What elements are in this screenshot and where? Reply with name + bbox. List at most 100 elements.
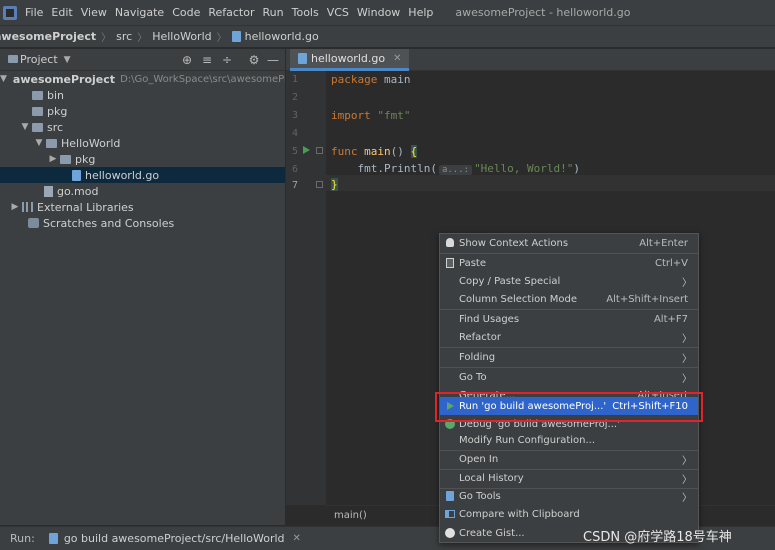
menu-item-go-to[interactable]: Go To 〉 [440,368,698,386]
go-file-icon [72,169,81,181]
menu-tools[interactable]: Tools [288,6,323,19]
menu-help[interactable]: Help [404,6,437,19]
breadcrumb-separator-icon: 〉 [216,33,227,44]
package-name: main [377,73,411,86]
menu-item-column-selection-mode[interactable]: Column Selection Mode Alt+Shift+Insert [440,290,698,308]
paste-icon [446,258,454,268]
tab-helloworld-go[interactable]: helloworld.go ✕ [290,49,410,71]
tree-item-helloworld[interactable]: ▼ HelloWorld [0,135,285,151]
tree-item-pkg[interactable]: pkg [0,103,285,119]
menu-item-open-in[interactable]: Open In 〉 [440,450,698,468]
func-signature: () [390,145,411,158]
chevron-down-icon[interactable]: ▼ [20,122,30,132]
line-number: 4 [291,128,298,139]
tree-item-scratches[interactable]: Scratches and Consoles [0,215,285,231]
line-number: 3 [291,110,298,121]
fold-marker-icon[interactable] [316,181,323,188]
run-configuration-tab[interactable]: go build awesomeProject/src/HelloWorld ✕ [48,532,301,545]
chevron-right-icon[interactable]: ▶ [10,202,20,212]
chevron-down-icon[interactable]: ▼ [34,138,44,148]
expand-all-icon[interactable]: ≡ [200,53,214,67]
parameter-hint: a...: [438,165,473,175]
go-tools-icon [446,491,454,501]
line-number: 1 [291,74,298,85]
hide-panel-icon[interactable]: — [266,53,280,67]
keyword-import: import [331,109,371,122]
github-icon [445,528,455,538]
editor-gutter[interactable]: 1 2 3 4 5 6 7 [286,71,326,505]
breadcrumb-src[interactable]: src [116,30,132,43]
menu-item-compare-with-clipboard[interactable]: Compare with Clipboard [440,505,698,523]
chevron-right-icon: 〉 [682,353,692,365]
tree-item-src[interactable]: ▼ src [0,119,285,135]
tree-item-external-libraries[interactable]: ▶ External Libraries [0,199,285,215]
breadcrumb-separator-icon: 〉 [101,33,112,44]
code-line-3: import "fmt" [331,109,411,122]
chevron-right-icon[interactable]: ▶ [48,154,58,164]
breadcrumb-separator-icon: 〉 [137,33,148,44]
folder-icon [32,106,43,116]
menu-item-copy-paste-special[interactable]: Copy / Paste Special 〉 [440,272,698,290]
close-icon[interactable]: ✕ [293,533,301,544]
window-title: awesomeProject - helloworld.go [455,6,631,19]
menu-refactor[interactable]: Refactor [204,6,258,19]
scratches-icon [28,218,39,228]
menu-item-local-history[interactable]: Local History 〉 [440,469,698,487]
run-gutter-icon[interactable] [303,146,310,154]
tree-item-label: src [47,120,64,134]
tree-item-label: helloworld.go [85,168,160,182]
folder-icon [60,154,71,164]
code-line-5: func main() { [331,145,418,158]
tree-item-pkg-nested[interactable]: ▶ pkg [0,151,285,167]
tree-item-go-mod[interactable]: go.mod [0,183,285,199]
tree-item-path: D:\Go_WorkSpace\src\awesomePr [120,73,285,85]
tree-item-label: bin [47,88,65,102]
compare-icon [445,510,455,518]
hello-string: "Hello, World!" [474,162,574,175]
tree-item-label: Scratches and Consoles [43,216,175,230]
tree-item-helloworld-go[interactable]: helloworld.go [0,167,285,183]
menu-edit[interactable]: Edit [47,6,76,19]
fold-marker-icon[interactable] [316,147,323,154]
navigation-bar: awesomeProject 〉 src 〉 HelloWorld 〉 hell… [0,26,775,48]
folder-icon [32,122,43,132]
menu-vcs[interactable]: VCS [323,6,353,19]
tab-label: helloworld.go [311,52,386,65]
menu-item-paste[interactable]: Paste Ctrl+V [440,254,698,272]
chevron-right-icon: 〉 [682,373,692,385]
menu-item-folding[interactable]: Folding 〉 [440,348,698,366]
tree-item-bin[interactable]: bin [0,87,285,103]
breadcrumb-project[interactable]: awesomeProject [0,30,96,43]
tree-item-label: pkg [75,152,96,166]
menu-item-show-context-actions[interactable]: Show Context Actions Alt+Enter [440,234,698,252]
tree-item-awesomeproject[interactable]: ▼ awesomeProject D:\Go_WorkSpace\src\awe… [0,71,285,87]
chevron-down-icon[interactable]: ▼ [64,55,71,65]
annotation-highlight-box [435,392,703,422]
keyword-func: func [331,145,358,158]
locate-file-icon[interactable]: ⊕ [180,53,194,67]
breadcrumb-helloworld[interactable]: HelloWorld [152,30,211,43]
code-line-1: package main [331,73,410,86]
menu-file[interactable]: File [21,6,47,19]
collapse-all-icon[interactable]: ÷ [220,53,234,67]
gear-icon[interactable]: ⚙ [247,53,261,67]
current-line-highlight [326,175,775,191]
menu-run[interactable]: Run [259,6,288,19]
breadcrumb-file[interactable]: helloworld.go [245,30,319,43]
close-icon[interactable]: ✕ [393,53,401,64]
menu-code[interactable]: Code [168,6,204,19]
line-number: 2 [291,92,298,103]
project-view-selector[interactable]: Project [20,53,58,66]
folder-icon [46,138,57,148]
menu-item-find-usages[interactable]: Find Usages Alt+F7 [440,310,698,328]
menu-navigate[interactable]: Navigate [111,6,168,19]
menu-view[interactable]: View [77,6,111,19]
function-breadcrumb[interactable]: main() [334,510,367,521]
run-label: Run: [10,532,35,545]
menu-item-modify-run-configuration[interactable]: Modify Run Configuration... [440,431,698,449]
menu-item-refactor[interactable]: Refactor 〉 [440,328,698,346]
menu-window[interactable]: Window [353,6,404,19]
menu-item-go-tools[interactable]: Go Tools 〉 [440,487,698,505]
chevron-down-icon[interactable]: ▼ [0,74,7,84]
line-number: 5 [291,146,298,157]
